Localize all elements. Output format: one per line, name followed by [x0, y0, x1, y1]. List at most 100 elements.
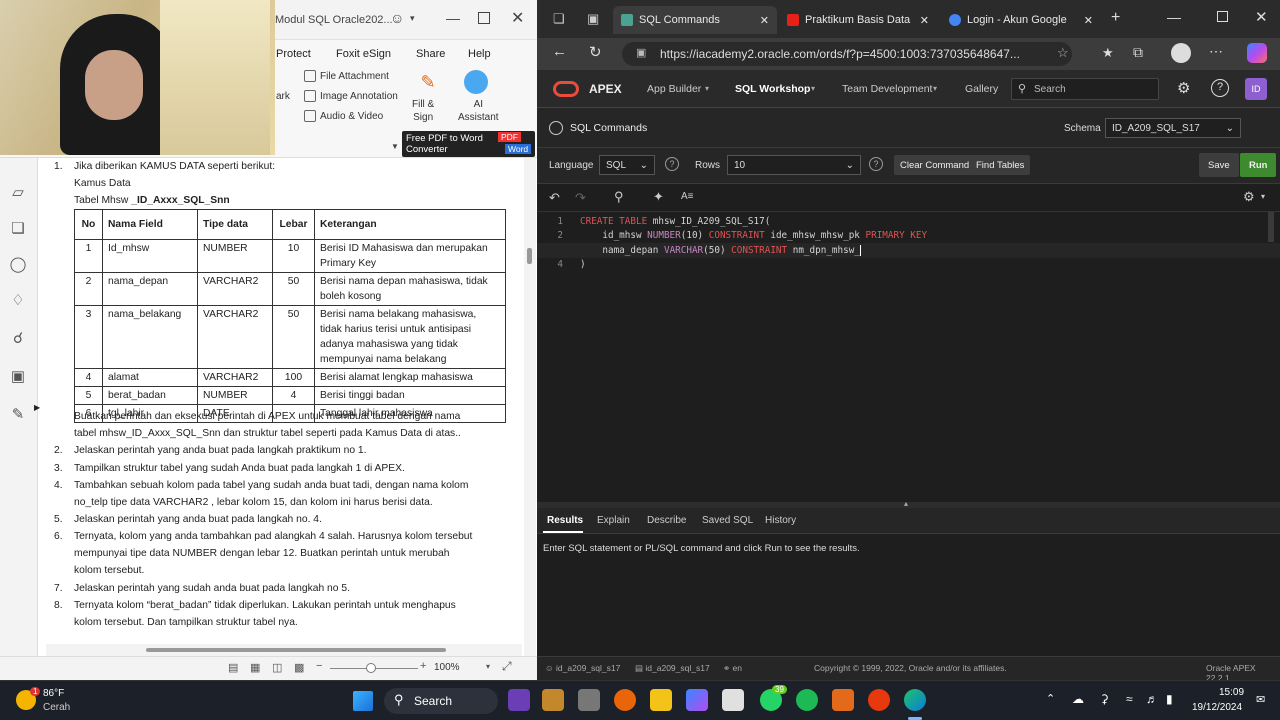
- store-icon[interactable]: [722, 689, 744, 711]
- nav-app-builder[interactable]: App Builder: [647, 83, 701, 95]
- tab-close-icon[interactable]: ✕: [1084, 14, 1093, 27]
- favorite-star-icon[interactable]: ☆: [1057, 45, 1069, 61]
- pdf-vertical-scrollbar[interactable]: [524, 158, 536, 656]
- wifi-icon[interactable]: ≈: [1126, 692, 1133, 706]
- language-select[interactable]: SQL ⌄: [599, 155, 655, 175]
- user-avatar[interactable]: ID: [1245, 78, 1267, 100]
- footer-language[interactable]: ⚭ en: [723, 663, 742, 674]
- start-button[interactable]: [353, 691, 373, 711]
- fill-sign-button[interactable]: Fill & Sign: [412, 98, 434, 124]
- pages-icon[interactable]: ❏: [9, 220, 27, 238]
- new-tab-button[interactable]: +: [1111, 9, 1120, 27]
- ribbon-tab-foxit-esign[interactable]: Foxit eSign: [336, 48, 391, 60]
- file-attachment-button[interactable]: File Attachment: [304, 70, 389, 82]
- tab-explain[interactable]: Explain: [597, 515, 630, 526]
- ribbon-tab-protect[interactable]: Protect: [276, 48, 311, 60]
- favorites-icon[interactable]: ★: [1102, 45, 1114, 61]
- help-icon[interactable]: ?: [1211, 79, 1229, 97]
- weather-desc[interactable]: Cerah: [43, 702, 70, 713]
- hscroll-thumb[interactable]: [146, 648, 446, 652]
- clock-time[interactable]: 15:09: [1219, 687, 1244, 698]
- close-button[interactable]: ✕: [1255, 8, 1268, 26]
- settings-gear-icon[interactable]: ⚙: [1243, 189, 1255, 205]
- copilot-icon[interactable]: [1247, 43, 1267, 63]
- zoom-slider-handle[interactable]: [366, 663, 376, 673]
- battery-icon[interactable]: ▮: [1166, 692, 1173, 706]
- tab-describe[interactable]: Describe: [647, 515, 686, 526]
- editor-scrollbar[interactable]: [1268, 212, 1274, 242]
- tab-history[interactable]: History: [765, 515, 796, 526]
- sign-icon[interactable]: ✎: [9, 406, 27, 424]
- tab-close-icon[interactable]: ✕: [760, 14, 769, 27]
- sql-code-editor[interactable]: 1 2 3 4 CREATE TABLE mhsw_ID_A209_SQL_S1…: [537, 212, 1280, 502]
- tab-sql-commands[interactable]: SQL Commands ✕: [613, 6, 777, 34]
- apex-search-input[interactable]: ⚲ Search: [1011, 78, 1159, 100]
- ribbon-tab-share[interactable]: Share: [416, 48, 445, 60]
- help-icon[interactable]: ?: [869, 157, 883, 171]
- back-icon[interactable]: ←: [552, 43, 567, 60]
- chevron-down-icon[interactable]: ▾: [410, 13, 415, 24]
- file-explorer-icon[interactable]: [650, 689, 672, 711]
- fullscreen-icon[interactable]: ⤢: [502, 659, 512, 674]
- layers-icon[interactable]: ♢: [9, 292, 27, 310]
- attachment-icon[interactable]: ☌: [9, 330, 27, 348]
- find-tables-button[interactable]: Find Tables: [970, 155, 1031, 175]
- copilot-icon[interactable]: [686, 689, 708, 711]
- comment-icon[interactable]: ◯: [9, 256, 27, 274]
- close-button[interactable]: ✕: [511, 8, 524, 28]
- tab-results[interactable]: Results: [547, 515, 583, 526]
- image-annotation-button[interactable]: Image Annotation: [304, 90, 398, 102]
- continuous-view-icon[interactable]: ▦: [250, 661, 260, 674]
- grid-view-icon[interactable]: ▩: [294, 661, 304, 674]
- help-icon[interactable]: ?: [665, 157, 679, 171]
- tab-close-icon[interactable]: ✕: [920, 14, 929, 27]
- workspaces-icon[interactable]: ❏: [553, 11, 565, 27]
- app-icon[interactable]: [542, 689, 564, 711]
- taskbar-search[interactable]: ⚲ Search: [384, 688, 498, 714]
- sidebar-expand-icon[interactable]: ▶: [34, 403, 40, 412]
- profile-avatar[interactable]: [1171, 43, 1191, 63]
- lock-icon[interactable]: ▣: [9, 368, 27, 386]
- zoom-level[interactable]: 100%: [434, 662, 460, 673]
- clock-date[interactable]: 19/12/2024: [1192, 702, 1242, 713]
- nav-team-development[interactable]: Team Development: [842, 83, 932, 95]
- splitter-handle-icon[interactable]: ▴: [904, 499, 908, 508]
- tray-app-icon[interactable]: ☁: [1072, 692, 1084, 706]
- tab-google-login[interactable]: Login - Akun Google ✕: [941, 6, 1101, 34]
- zoom-dropdown-icon[interactable]: ▾: [486, 662, 490, 671]
- app-icon[interactable]: [508, 689, 530, 711]
- refresh-icon[interactable]: ↻: [589, 43, 602, 61]
- microphone-icon[interactable]: ⚳: [1100, 692, 1109, 706]
- ai-assistant-button[interactable]: AI Assistant: [458, 98, 499, 124]
- rows-select[interactable]: 10 ⌄: [727, 155, 861, 175]
- account-icon[interactable]: ☺: [390, 10, 404, 26]
- maximize-button[interactable]: [1217, 11, 1228, 22]
- url-input[interactable]: ▣ https://iacademy2.oracle.com/ords/f?p=…: [622, 42, 1072, 66]
- format-text-icon[interactable]: A≡: [681, 191, 694, 202]
- oracle-logo-icon[interactable]: [553, 81, 579, 97]
- firefox-icon[interactable]: [614, 689, 636, 711]
- pdf-to-word-ad[interactable]: Free PDF to Word Converter PDF Word: [402, 131, 535, 157]
- maximize-button[interactable]: [478, 12, 490, 24]
- zoom-in-icon[interactable]: +: [420, 660, 426, 672]
- tab-praktikum[interactable]: Praktikum Basis Data Mo ✕: [779, 6, 937, 34]
- tab-saved-sql[interactable]: Saved SQL: [702, 515, 753, 526]
- zoom-out-icon[interactable]: −: [316, 660, 322, 672]
- autocomplete-icon[interactable]: ✦: [653, 189, 664, 205]
- audio-video-button[interactable]: Audio & Video: [304, 110, 383, 122]
- foxit-icon[interactable]: [832, 689, 854, 711]
- minimize-button[interactable]: —: [446, 10, 460, 26]
- undo-icon[interactable]: ↶: [549, 190, 560, 206]
- bookmark-icon[interactable]: ▱: [9, 184, 27, 202]
- admin-icon[interactable]: ⚙: [1177, 79, 1190, 97]
- volume-icon[interactable]: ♬: [1146, 692, 1158, 706]
- apex-brand[interactable]: APEX: [589, 82, 622, 96]
- pdf-horizontal-scrollbar[interactable]: [46, 644, 522, 656]
- ribbon-tab-help[interactable]: Help: [468, 48, 491, 60]
- find-icon[interactable]: ⚲: [614, 189, 624, 205]
- ribbon-expand-icon[interactable]: ▼: [391, 142, 399, 151]
- schema-select[interactable]: ID_A209_SQL_S17 ⌄: [1105, 118, 1241, 138]
- lock-icon[interactable]: ▣: [636, 46, 646, 59]
- more-menu-icon[interactable]: ⋯: [1209, 43, 1223, 60]
- tray-chevron-icon[interactable]: ⌃: [1046, 692, 1055, 705]
